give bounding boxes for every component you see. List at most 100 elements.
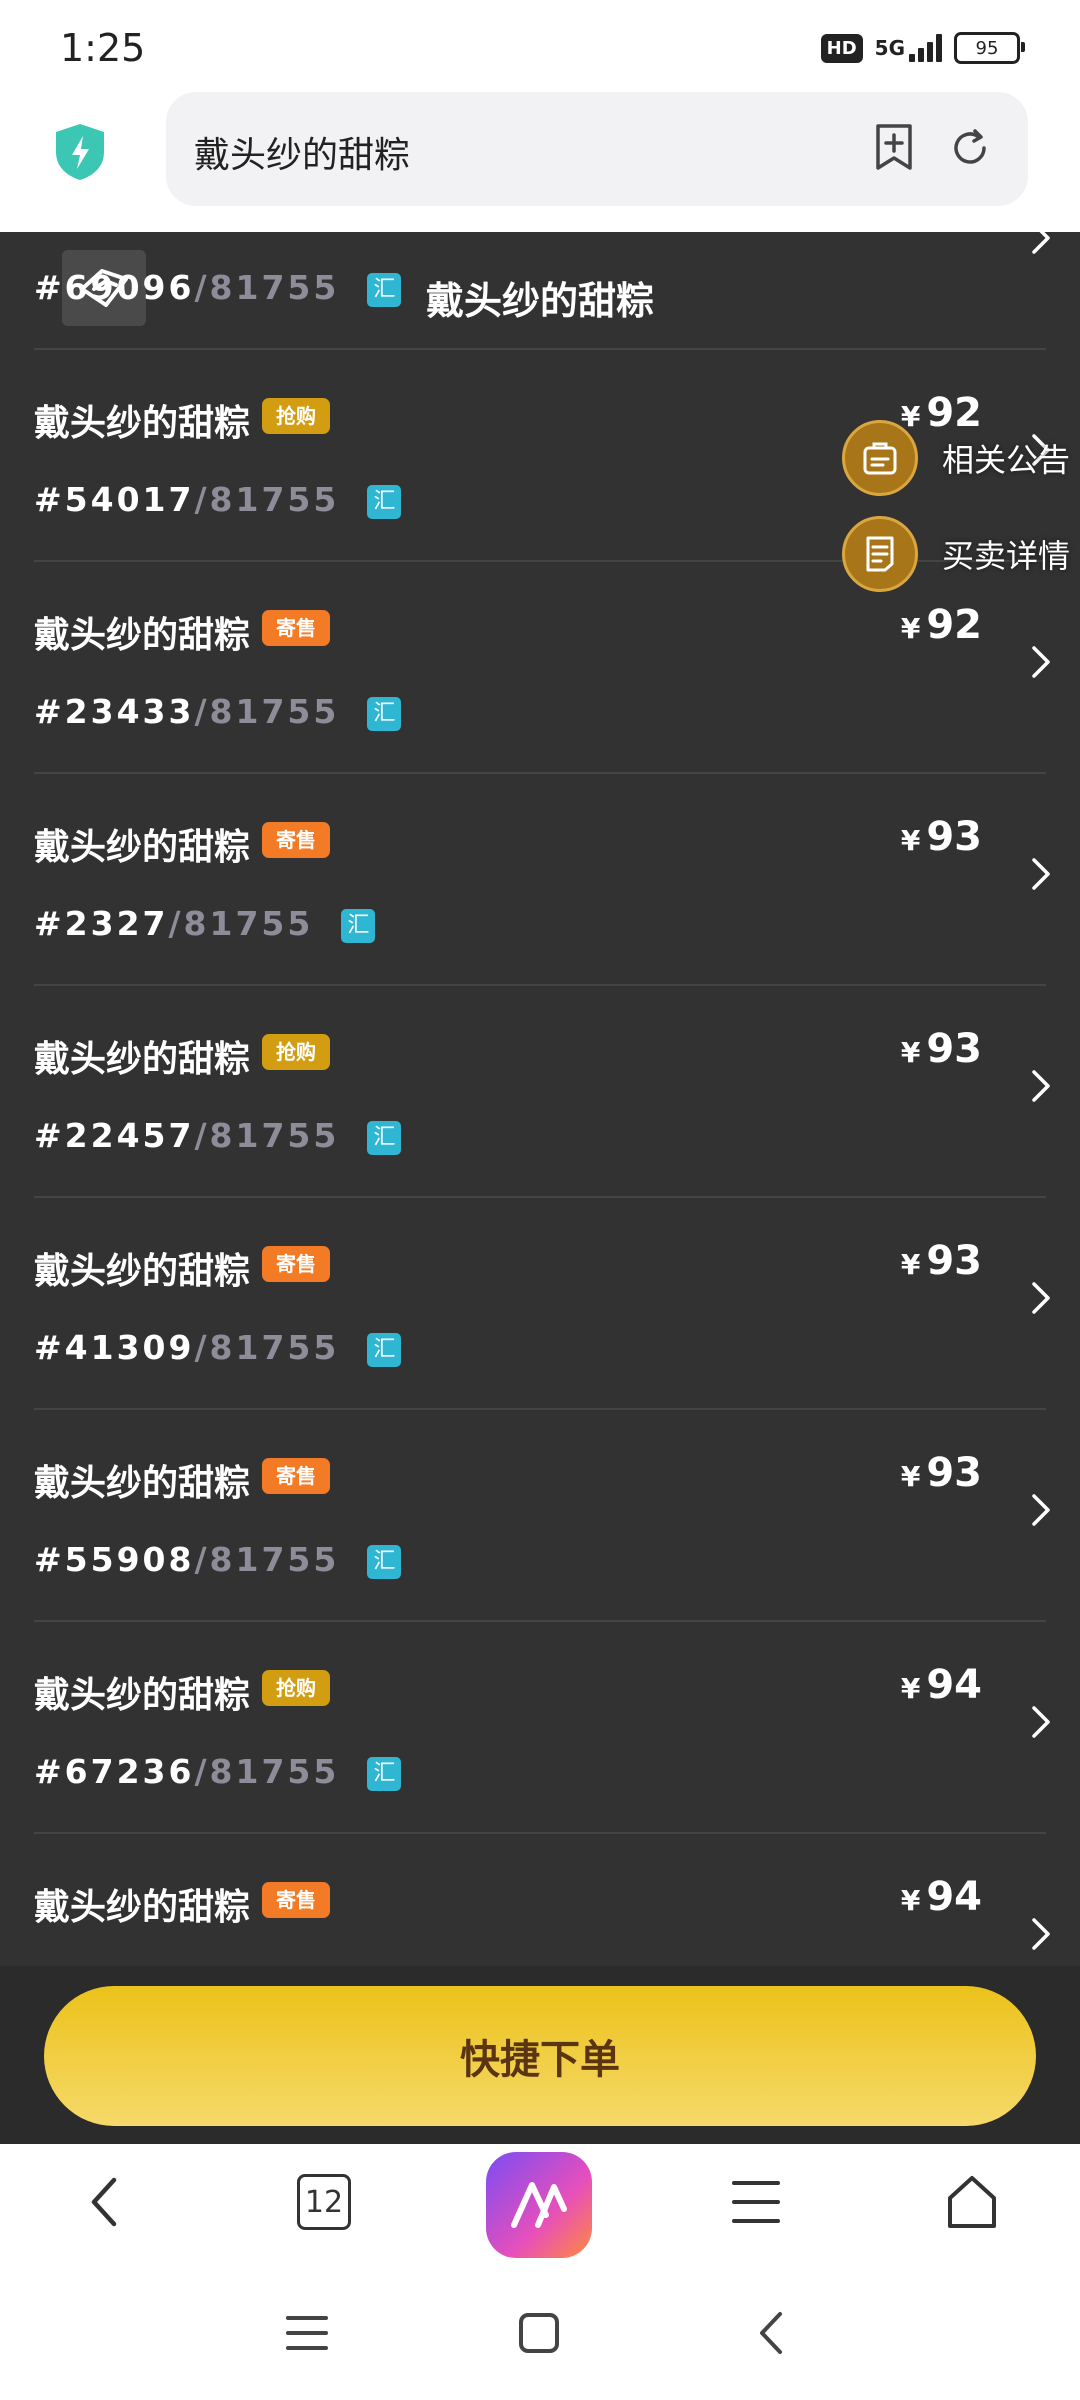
quick-order-button[interactable]: 快捷下单 [44, 1986, 1036, 2126]
serial-total: /81755 [194, 480, 340, 519]
price-value: 93 [926, 1450, 982, 1496]
ai-assistant-icon[interactable] [486, 2152, 592, 2258]
address-text[interactable]: 戴头纱的甜粽 [194, 126, 410, 178]
system-nav [0, 2264, 1080, 2400]
listing-row[interactable]: 戴头纱的甜粽 抢购 #67236/81755 汇 ¥94 [0, 1622, 1080, 1834]
listing-row[interactable]: 戴头纱的甜粽 寄售 #2327/81755 汇 ¥93 [0, 774, 1080, 986]
listing-row[interactable]: 戴头纱的甜粽 寄售 #55908/81755 汇 ¥93 [0, 1410, 1080, 1622]
listing-row[interactable]: 戴头纱的甜粽 寄售 ¥94 [0, 1834, 1080, 1966]
status-indicators: HD 5G 95 [820, 32, 1025, 64]
tab-count[interactable]: 12 [297, 2174, 351, 2230]
sale-type-badge: 寄售 [262, 1882, 330, 1918]
hd-badge: HD [820, 33, 863, 63]
order-bar: 快捷下单 [0, 1966, 1080, 2144]
serial-total: /81755 [194, 1540, 340, 1579]
page-header: 戴头纱的甜粽 [0, 232, 1080, 356]
back-icon[interactable] [76, 2172, 136, 2232]
price: ¥94 [901, 1662, 982, 1708]
serial-id: #54017 [34, 480, 195, 519]
recent-apps-icon[interactable] [282, 2308, 332, 2358]
item-name: 戴头纱的甜粽 [34, 1675, 251, 1716]
browser-nav: 12 [0, 2144, 1080, 2264]
hui-badge: 汇 [341, 908, 376, 943]
trade-details-label[interactable]: 买卖详情 [942, 531, 1070, 577]
serial-number: #55908/81755 汇 [34, 1540, 402, 1579]
serial-total: /81755 [194, 692, 340, 731]
serial-number: #67236/81755 汇 [34, 1752, 402, 1791]
price-value: 94 [926, 1874, 982, 1920]
price-value: 93 [926, 814, 982, 860]
hui-badge: 汇 [367, 1544, 402, 1579]
price-value: 93 [926, 1026, 982, 1072]
announcement-button[interactable]: 相关公告 [841, 420, 1070, 496]
listing-row[interactable]: 戴头纱的甜粽 寄售 #41309/81755 汇 ¥93 [0, 1198, 1080, 1410]
sale-type-badge: 抢购 [262, 398, 330, 434]
hui-badge: 汇 [367, 1332, 402, 1367]
serial-number: #22457/81755 汇 [34, 1116, 402, 1155]
announcement-label[interactable]: 相关公告 [942, 435, 1070, 481]
item-name: 戴头纱的甜粽 [34, 403, 251, 444]
sale-type-badge: 抢购 [262, 1670, 330, 1706]
serial-total: /81755 [168, 904, 314, 943]
chevron-right-icon[interactable] [1030, 856, 1052, 892]
price: ¥94 [901, 1874, 982, 1920]
price-value: 94 [926, 1662, 982, 1708]
serial-number: #54017/81755 汇 [34, 480, 402, 519]
serial-number: #41309/81755 汇 [34, 1328, 402, 1367]
price: ¥93 [901, 1026, 982, 1072]
shield-icon[interactable] [52, 122, 108, 182]
menu-icon[interactable] [726, 2172, 786, 2232]
home-icon[interactable] [942, 2172, 1002, 2232]
chevron-right-icon[interactable] [1030, 1916, 1052, 1952]
address-bar[interactable]: 戴头纱的甜粽 [166, 92, 1028, 206]
bag-icon[interactable] [841, 420, 918, 496]
system-home-icon[interactable] [514, 2308, 564, 2358]
chevron-right-icon[interactable] [1030, 1280, 1052, 1316]
sale-type-badge: 寄售 [262, 1246, 330, 1282]
browser-bar: 戴头纱的甜粽 [0, 90, 1080, 232]
currency-symbol: ¥ [900, 612, 921, 645]
price-value: 93 [926, 1238, 982, 1284]
item-name: 戴头纱的甜粽 [34, 1887, 251, 1928]
hui-badge: 汇 [367, 696, 402, 731]
document-icon[interactable] [841, 516, 918, 592]
page-title: 戴头纱的甜粽 [425, 279, 654, 323]
battery-icon: 95 [954, 32, 1025, 64]
sale-type-badge: 寄售 [262, 610, 330, 646]
serial-total: /81755 [194, 1752, 340, 1791]
chevron-right-icon[interactable] [1030, 1068, 1052, 1104]
hui-badge: 汇 [367, 1120, 402, 1155]
status-bar: 1:25 HD 5G 95 [0, 0, 1080, 90]
floating-actions: 相关公告 买卖详情 [841, 420, 1070, 612]
tabs-button[interactable]: 12 [294, 2172, 354, 2232]
sale-type-badge: 寄售 [262, 1458, 330, 1494]
currency-symbol: ¥ [900, 1248, 921, 1281]
item-name: 戴头纱的甜粽 [34, 1251, 251, 1292]
item-name: 戴头纱的甜粽 [34, 1463, 251, 1504]
battery-level: 95 [975, 37, 999, 59]
serial-id: #22457 [34, 1116, 195, 1155]
signal-icon [909, 34, 942, 62]
bookmark-add-icon[interactable] [870, 122, 918, 172]
serial-id: #41309 [34, 1328, 195, 1367]
listing-row[interactable]: 戴头纱的甜粽 抢购 #22457/81755 汇 ¥93 [0, 986, 1080, 1198]
chevron-right-icon[interactable] [1030, 644, 1052, 680]
serial-total: /81755 [194, 1328, 340, 1367]
trade-details-button[interactable]: 买卖详情 [841, 516, 1070, 592]
hui-badge: 汇 [367, 1756, 402, 1791]
price: ¥93 [901, 1238, 982, 1284]
serial-number: #23433/81755 汇 [34, 692, 402, 731]
refresh-icon[interactable] [948, 126, 992, 170]
currency-symbol: ¥ [900, 1884, 921, 1917]
currency-symbol: ¥ [900, 824, 921, 857]
price: ¥93 [901, 1450, 982, 1496]
serial-total: /81755 [194, 1116, 340, 1155]
status-time: 1:25 [60, 26, 146, 70]
currency-symbol: ¥ [900, 1036, 921, 1069]
system-back-icon[interactable] [748, 2308, 798, 2358]
listing-content: 戴头纱的甜粽抢购#69096/81755汇¥92戴头纱的甜粽抢购#54017/8… [0, 232, 1080, 1966]
chevron-right-icon[interactable] [1030, 1704, 1052, 1740]
item-name: 戴头纱的甜粽 [34, 1039, 251, 1080]
currency-symbol: ¥ [900, 1672, 921, 1705]
chevron-right-icon[interactable] [1030, 1492, 1052, 1528]
